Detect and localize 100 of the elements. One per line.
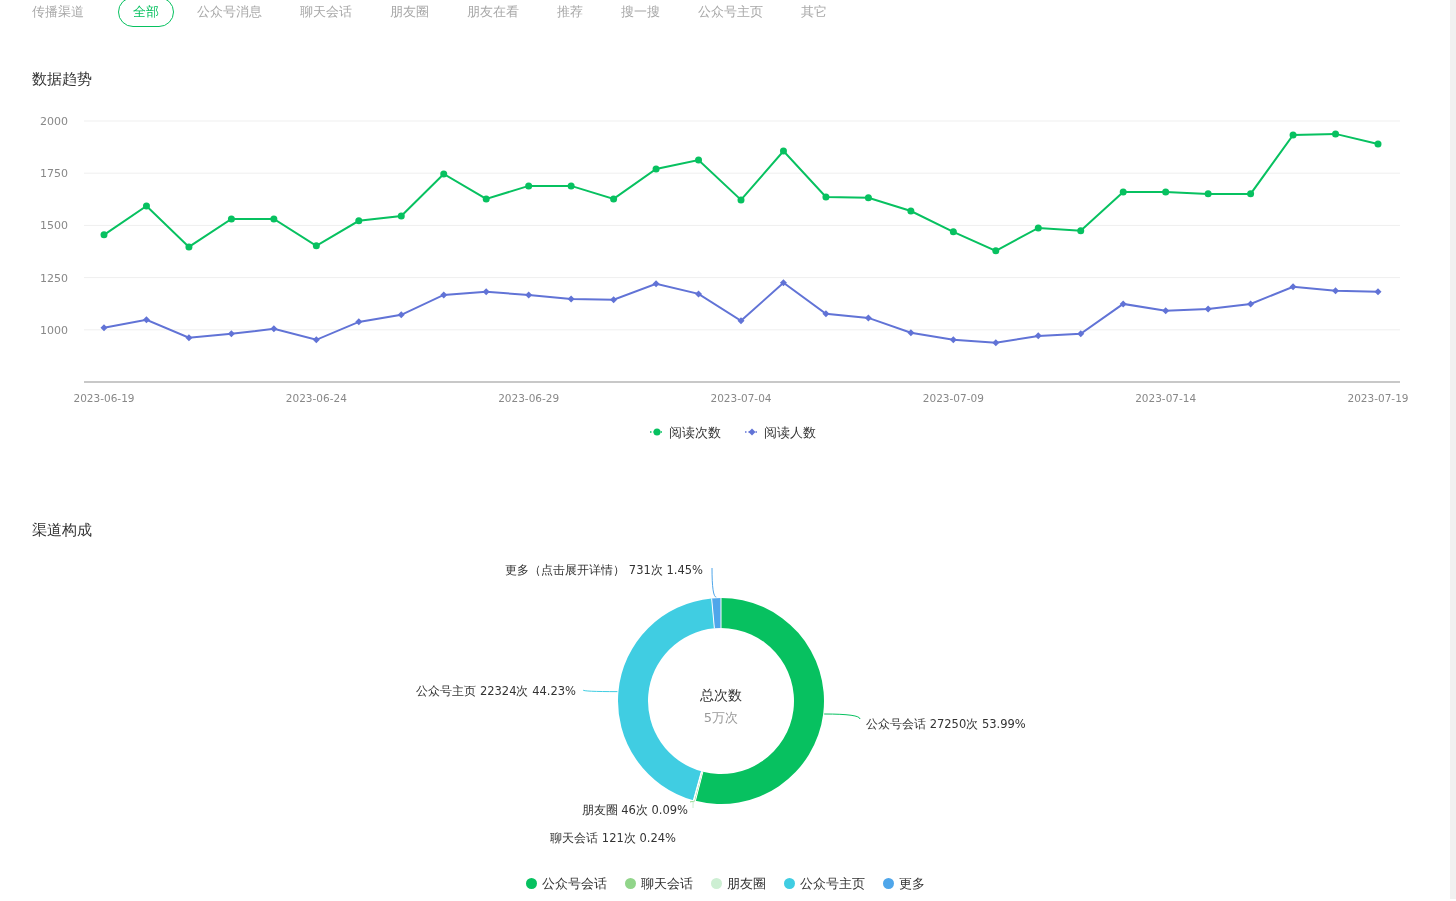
data-point <box>312 335 320 343</box>
data-point <box>1374 287 1382 295</box>
data-point <box>822 193 830 200</box>
center-value: 5万次 <box>703 709 739 725</box>
data-point <box>1162 188 1170 195</box>
data-point <box>440 290 448 298</box>
data-point <box>864 313 872 321</box>
data-point <box>949 227 957 235</box>
data-point <box>142 315 150 323</box>
data-point <box>567 294 575 302</box>
data-point <box>652 165 660 172</box>
slice-label[interactable]: 更多（点击展开详情） 731次 1.45% <box>505 562 703 577</box>
leader-line <box>711 567 717 598</box>
channel-tab[interactable]: 公众号消息 <box>182 0 277 27</box>
data-point <box>525 181 533 189</box>
data-point <box>482 194 490 202</box>
data-point <box>1289 131 1297 138</box>
legend-label[interactable]: 公众号主页 <box>799 873 865 893</box>
axis-label: 2023-07-04 <box>710 391 772 404</box>
axis-label: 2023-06-24 <box>285 391 347 404</box>
legend-label[interactable]: 更多 <box>898 873 925 893</box>
data-point <box>227 329 235 337</box>
data-point <box>907 207 915 214</box>
data-point <box>1162 306 1170 314</box>
data-point <box>1119 299 1127 307</box>
data-point <box>737 195 745 203</box>
data-point <box>610 295 618 303</box>
axis-label: 2023-07-14 <box>1135 391 1197 404</box>
data-point <box>1119 188 1127 195</box>
data-point <box>1034 223 1042 231</box>
data-point <box>1289 282 1297 290</box>
center-title: 总次数 <box>700 686 742 703</box>
channel-tab[interactable]: 其它 <box>786 0 842 27</box>
data-point <box>1034 331 1042 339</box>
channel-tab[interactable]: 公众号主页 <box>683 0 778 27</box>
axis-label: 2023-07-19 <box>1347 391 1409 404</box>
data-point <box>1332 286 1340 294</box>
axis-label: 1750 <box>40 166 68 180</box>
data-point <box>1374 139 1382 147</box>
data-point <box>567 181 575 189</box>
leader-line <box>823 713 861 719</box>
section-title: 渠道构成 <box>31 520 93 541</box>
data-point <box>949 335 957 343</box>
data-point <box>270 214 278 222</box>
data-point <box>185 242 193 250</box>
data-point <box>822 309 830 317</box>
data-point <box>1247 189 1255 197</box>
data-point <box>100 323 108 331</box>
data-point <box>1077 226 1085 234</box>
data-point <box>907 328 915 336</box>
legend-label[interactable]: 阅读次数 <box>668 422 721 442</box>
data-point <box>992 338 1000 346</box>
data-point <box>1077 329 1085 337</box>
axis-label: 2000 <box>40 114 68 128</box>
data-point <box>185 333 193 341</box>
data-point <box>312 241 320 249</box>
data-point <box>1332 129 1340 137</box>
data-point <box>695 156 703 164</box>
slice-label: 公众号主页 22324次 44.23% <box>416 683 576 698</box>
slice-label: 朋友圈 46次 0.09% <box>581 802 688 817</box>
leader-line <box>582 689 618 692</box>
slice-label: 公众号会话 27250次 53.99% <box>866 716 1026 731</box>
data-point <box>992 246 1000 254</box>
legend-label[interactable]: 阅读人数 <box>763 422 816 442</box>
axis-label: 1250 <box>40 271 68 285</box>
legend-label[interactable]: 聊天会话 <box>640 873 693 893</box>
data-point <box>864 193 872 201</box>
data-point <box>695 289 703 297</box>
slice-label: 聊天会话 121次 0.24% <box>550 830 676 845</box>
data-point <box>440 170 448 178</box>
axis-label: 1000 <box>40 323 68 337</box>
legend-label[interactable]: 朋友圈 <box>726 873 766 893</box>
axis-label: 2023-06-19 <box>73 391 135 404</box>
data-point <box>397 310 405 318</box>
data-point <box>779 278 787 286</box>
data-point <box>1247 299 1255 307</box>
data-point <box>610 194 618 202</box>
data-point <box>1204 189 1212 197</box>
data-point <box>142 202 150 209</box>
channel-tab[interactable]: 朋友在看 <box>452 0 534 27</box>
data-point <box>1204 304 1212 312</box>
axis-label: 1500 <box>40 218 68 232</box>
data-point <box>397 212 405 219</box>
data-point <box>270 324 278 332</box>
data-point <box>355 317 363 325</box>
channel-tab[interactable]: 聊天会话 <box>285 0 367 27</box>
axis-label: 2023-07-09 <box>922 391 984 404</box>
channel-tab[interactable]: 推荐 <box>542 0 598 27</box>
data-point <box>779 147 787 155</box>
data-point <box>525 290 533 298</box>
filter-label: 传播渠道 <box>32 3 84 22</box>
data-point <box>737 316 745 324</box>
data-point <box>355 216 363 224</box>
axis-label: 2023-06-29 <box>498 391 560 404</box>
channel-tab[interactable]: 朋友圈 <box>375 0 444 27</box>
legend-label[interactable]: 公众号会话 <box>541 873 607 893</box>
data-point <box>227 214 235 222</box>
data-point <box>652 279 660 287</box>
data-point <box>482 287 490 295</box>
section-title: 数据趋势 <box>31 69 93 90</box>
